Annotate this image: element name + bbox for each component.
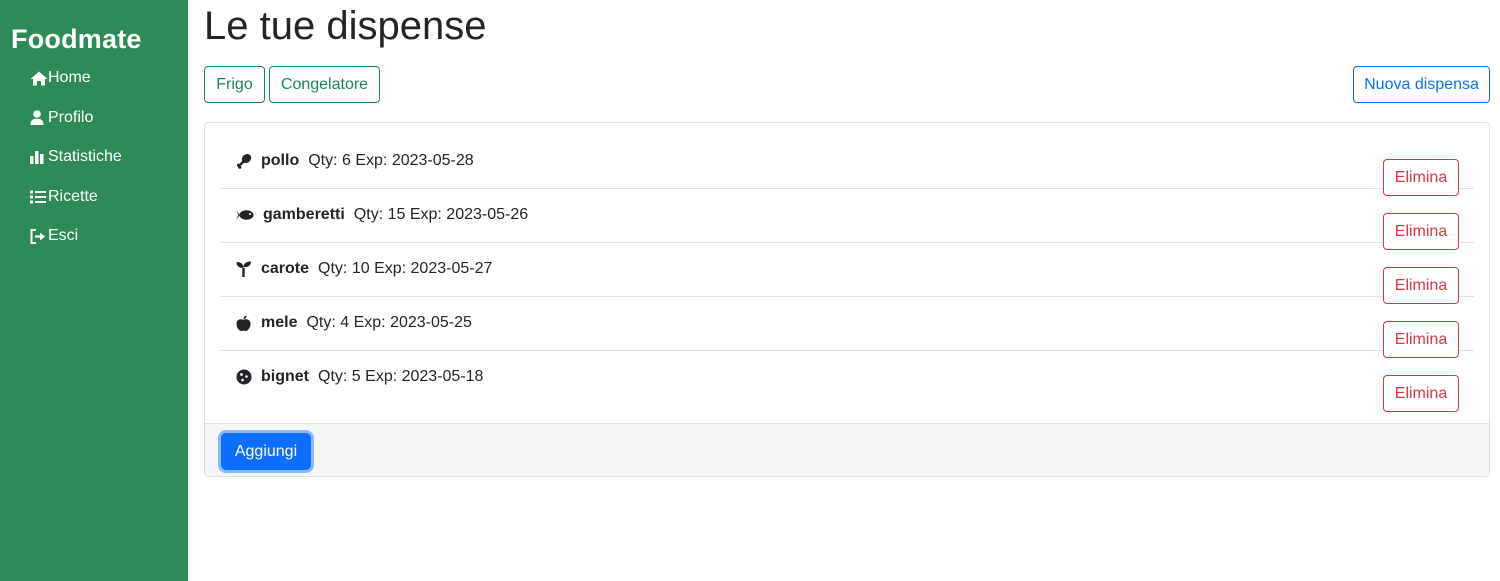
item-qty: Qty: 15 (353, 206, 406, 223)
user-icon (30, 110, 48, 126)
sidebar-item-profilo[interactable]: Profilo (30, 108, 122, 128)
logout-icon (30, 228, 48, 244)
card-footer: Aggiungi (205, 423, 1489, 476)
item-name: bignet (261, 368, 309, 385)
cookie-icon (236, 369, 254, 385)
sidebar-item-label: Esci (48, 227, 79, 244)
item-info: mele Qty: 4 Exp: 2023-05-25 (236, 314, 472, 332)
item-exp: Exp: 2023-05-26 (409, 206, 529, 223)
sidebar-item-label: Home (48, 69, 91, 86)
item-qty: Qty: 4 (306, 314, 350, 331)
item-name: mele (261, 314, 298, 331)
sidebar: Foodmate Home Profilo Statistiche Ricett… (0, 0, 188, 581)
new-pantry-button[interactable]: Nuova dispensa (1353, 66, 1490, 103)
item-info: bignet Qty: 5 Exp: 2023-05-18 (236, 368, 483, 386)
sidebar-nav: Home Profilo Statistiche Ricette Esci (30, 68, 122, 266)
pantry-card: pollo Qty: 6 Exp: 2023-05-28 Elimina gam… (204, 122, 1490, 477)
sidebar-item-esci[interactable]: Esci (30, 226, 122, 246)
list-item: bignet Qty: 5 Exp: 2023-05-18 Elimina (221, 351, 1474, 412)
item-qty: Qty: 10 (318, 260, 370, 277)
main-content: Le tue dispense Frigo Congelatore Nuova … (204, 0, 1490, 581)
list-item: carote Qty: 10 Exp: 2023-05-27 Elimina (221, 243, 1474, 304)
add-button[interactable]: Aggiungi (221, 433, 311, 470)
sidebar-item-home[interactable]: Home (30, 68, 122, 88)
fish-icon (236, 207, 254, 223)
item-info: pollo Qty: 6 Exp: 2023-05-28 (236, 152, 474, 170)
list-item: pollo Qty: 6 Exp: 2023-05-28 Elimina (221, 135, 1474, 196)
item-qty: Qty: 5 (318, 368, 361, 385)
sidebar-item-label: Ricette (48, 187, 98, 205)
item-name: pollo (261, 152, 300, 169)
item-name: carote (261, 260, 310, 277)
brand-logo[interactable]: Foodmate (11, 24, 142, 55)
list-item: mele Qty: 4 Exp: 2023-05-25 Elimina (221, 297, 1474, 358)
tab-congelatore[interactable]: Congelatore (269, 66, 380, 103)
item-info: carote Qty: 10 Exp: 2023-05-27 (236, 260, 492, 278)
sidebar-item-ricette[interactable]: Ricette (30, 187, 122, 207)
sidebar-item-statistiche[interactable]: Statistiche (30, 147, 122, 167)
bar-chart-icon (30, 149, 48, 165)
item-exp: Exp: 2023-05-25 (353, 314, 472, 331)
sidebar-item-label: Statistiche (48, 148, 122, 165)
list-icon (30, 189, 48, 205)
item-info: gamberetti Qty: 15 Exp: 2023-05-26 (236, 206, 528, 224)
sidebar-item-label: Profilo (48, 108, 94, 126)
tab-frigo[interactable]: Frigo (204, 66, 265, 103)
item-exp: Exp: 2023-05-27 (374, 260, 493, 277)
home-icon (30, 70, 48, 86)
item-qty: Qty: 6 (308, 152, 351, 169)
list-item: gamberetti Qty: 15 Exp: 2023-05-26 Elimi… (221, 189, 1474, 250)
page-title: Le tue dispense (204, 4, 487, 48)
apple-icon (236, 315, 254, 331)
item-exp: Exp: 2023-05-28 (355, 152, 474, 169)
seedling-icon (236, 261, 254, 277)
item-exp: Exp: 2023-05-18 (365, 368, 484, 385)
item-name: gamberetti (263, 206, 345, 223)
drumstick-icon (236, 153, 254, 169)
delete-button[interactable]: Elimina (1383, 375, 1459, 412)
